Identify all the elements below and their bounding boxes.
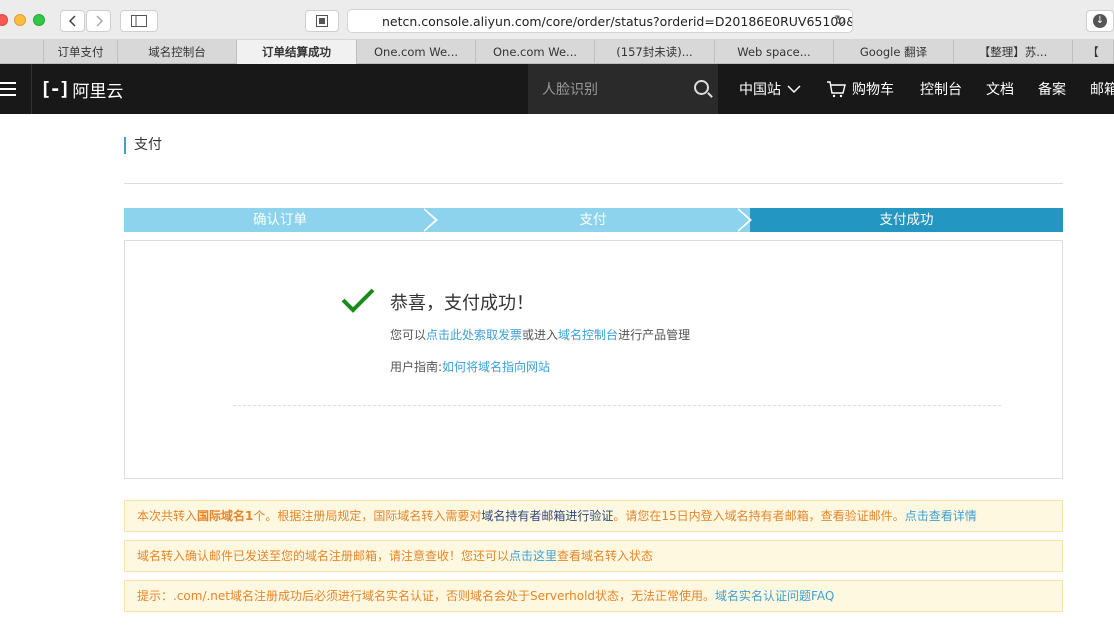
view-details-link[interactable]: 点击查看详情 <box>905 509 977 523</box>
tab-label: Google 翻译 <box>859 45 928 59</box>
back-button[interactable] <box>60 10 85 32</box>
logo-text: 阿里云 <box>72 81 124 102</box>
tab-label: 【 <box>1087 45 1099 59</box>
guide-link[interactable]: 如何将域名指向网站 <box>442 360 550 374</box>
tab-bar: 订单支付 域名控制台 订单结算成功 One.com We... One.com … <box>0 40 1114 64</box>
tab-label: 订单支付 <box>57 45 104 59</box>
download-icon: ↓ <box>1093 14 1107 28</box>
result-text: 您可以 <box>390 328 427 342</box>
chevron-right-icon <box>95 15 103 27</box>
nav-mail-label: 邮箱 <box>1090 82 1114 98</box>
forward-button[interactable] <box>86 10 111 32</box>
search-placeholder: 人脸识别 <box>542 82 598 98</box>
result-invoice-line: 您可以点击此处索取发票或进入域名控制台进行产品管理 <box>390 326 690 343</box>
reader-button[interactable] <box>305 10 339 32</box>
domain-console-link[interactable]: 域名控制台 <box>558 328 618 342</box>
aliyun-logo[interactable]: [-] 阿里云 <box>40 77 124 102</box>
section-title: 支付 <box>124 137 162 154</box>
notice-text: 个。根据注册局规定，国际域名转入需要对 <box>253 509 482 523</box>
address-bar-url: netcn.console.aliyun.com/core/order/stat… <box>382 13 853 29</box>
guide-label: 用户指南: <box>390 360 443 374</box>
nav-mail[interactable]: 邮箱 <box>1090 64 1114 114</box>
region-label: 中国站 <box>739 82 781 98</box>
result-text: 或进入 <box>522 328 559 342</box>
site-header: [-] 阿里云 人脸识别 中国站 购物车 控制台 文档 备案 邮箱 <box>0 64 1114 114</box>
cart-label: 购物车 <box>852 82 894 98</box>
step-arrow <box>736 208 749 232</box>
hamburger-icon <box>0 82 16 84</box>
result-guide-line: 用户指南:如何将域名指向网站 <box>390 358 550 375</box>
tab[interactable] <box>0 40 44 64</box>
faq-link[interactable]: 域名实名认证问题FAQ <box>715 589 834 603</box>
logo-mark: [-] <box>40 78 70 100</box>
sidebar-toggle-button[interactable] <box>120 10 158 32</box>
tab-active[interactable]: 订单结算成功 <box>237 40 357 64</box>
nav-docs[interactable]: 文档 <box>986 64 1014 114</box>
address-bar[interactable]: netcn.console.aliyun.com/core/order/stat… <box>347 9 853 33</box>
chevron-left-icon <box>68 15 76 27</box>
tab-label: Web space... <box>737 45 811 59</box>
click-here-link[interactable]: 点击这里 <box>509 549 557 563</box>
tab-label: 订单结算成功 <box>262 45 331 59</box>
notice-realname-tip: 提示：.com/.net域名注册成功后必须进行域名实名认证，否则域名会处于Ser… <box>124 580 1063 612</box>
tab[interactable]: Google 翻译 <box>834 40 954 64</box>
step-pay-success: 支付成功 <box>750 208 1063 232</box>
nav-beian[interactable]: 备案 <box>1038 64 1066 114</box>
reload-icon[interactable]: ↻ <box>834 13 846 29</box>
nav-console[interactable]: 控制台 <box>920 64 962 114</box>
region-selector[interactable]: 中国站 <box>739 64 801 114</box>
notice-text: 提示：.com/.net域名注册成功后必须进行域名实名认证，否则域名会处于Ser… <box>137 589 716 603</box>
search-icon[interactable] <box>694 80 709 95</box>
close-window-button[interactable] <box>0 14 8 26</box>
tab[interactable]: One.com We... <box>476 40 595 64</box>
cart-icon <box>827 81 846 98</box>
notice-text: 。请您在15日内登入域名持有者邮箱，查看验证邮件。 <box>613 509 905 523</box>
tab-label: One.com We... <box>492 45 578 59</box>
check-icon <box>341 288 375 313</box>
tab[interactable]: One.com We... <box>357 40 476 64</box>
reader-icon <box>316 15 328 27</box>
minimize-window-button[interactable] <box>14 14 26 26</box>
notice-highlight: 域名持有者邮箱进行验证 <box>481 509 614 523</box>
sidebar-icon <box>131 15 147 27</box>
menu-button[interactable] <box>0 64 32 114</box>
tab[interactable]: 【整理】苏... <box>954 40 1073 64</box>
tab[interactable]: (157封未读)... <box>595 40 715 64</box>
tab[interactable]: 域名控制台 <box>118 40 237 64</box>
invoice-link[interactable]: 点击此处索取发票 <box>426 328 522 342</box>
downloads-button[interactable]: ↓ <box>1086 10 1114 32</box>
search-box[interactable]: 人脸识别 <box>528 64 718 114</box>
notice-highlight: 国际域名1 <box>197 509 254 523</box>
notice-text: 查看域名转入状态 <box>557 549 654 563</box>
tab-label: 域名控制台 <box>148 45 206 59</box>
tab[interactable]: Web space... <box>715 40 834 64</box>
zoom-window-button[interactable] <box>33 14 45 26</box>
tab-label: 【整理】苏... <box>978 45 1048 59</box>
chevron-down-icon <box>787 85 801 94</box>
notice-text: 域名转入确认邮件已发送至您的域名注册邮箱，请注意查收！您还可以 <box>137 549 510 563</box>
notice-transfer-email: 域名转入确认邮件已发送至您的域名注册邮箱，请注意查收！您还可以点击这里查看域名转… <box>124 540 1063 572</box>
tab-label: (157封未读)... <box>616 45 693 59</box>
tab[interactable]: 订单支付 <box>44 40 118 64</box>
browser-toolbar: netcn.console.aliyun.com/core/order/stat… <box>0 0 1114 40</box>
result-panel: 恭喜，支付成功！ 您可以点击此处索取发票或进入域名控制台进行产品管理 用户指南:… <box>124 240 1063 479</box>
progress-steps: 确认订单 支付 支付成功 <box>124 208 1063 232</box>
nav-docs-label: 文档 <box>986 82 1014 98</box>
nav-console-label: 控制台 <box>920 82 962 98</box>
step-arrow <box>422 208 435 232</box>
result-text: 进行产品管理 <box>618 328 691 342</box>
step-confirm-order: 确认订单 <box>124 208 436 232</box>
tab[interactable]: 【 <box>1073 40 1114 64</box>
result-title: 恭喜，支付成功！ <box>390 293 534 314</box>
notice-text: 本次共转入 <box>137 509 198 523</box>
nav-beian-label: 备案 <box>1038 82 1066 98</box>
tab-label: One.com We... <box>373 45 459 59</box>
dashed-divider <box>233 405 1001 406</box>
divider <box>124 183 1063 184</box>
notice-transfer-verify: 本次共转入国际域名1个。根据注册局规定，国际域名转入需要对域名持有者邮箱进行验证… <box>124 500 1063 532</box>
cart-link[interactable]: 购物车 <box>826 64 894 114</box>
step-pay: 支付 <box>436 208 750 232</box>
